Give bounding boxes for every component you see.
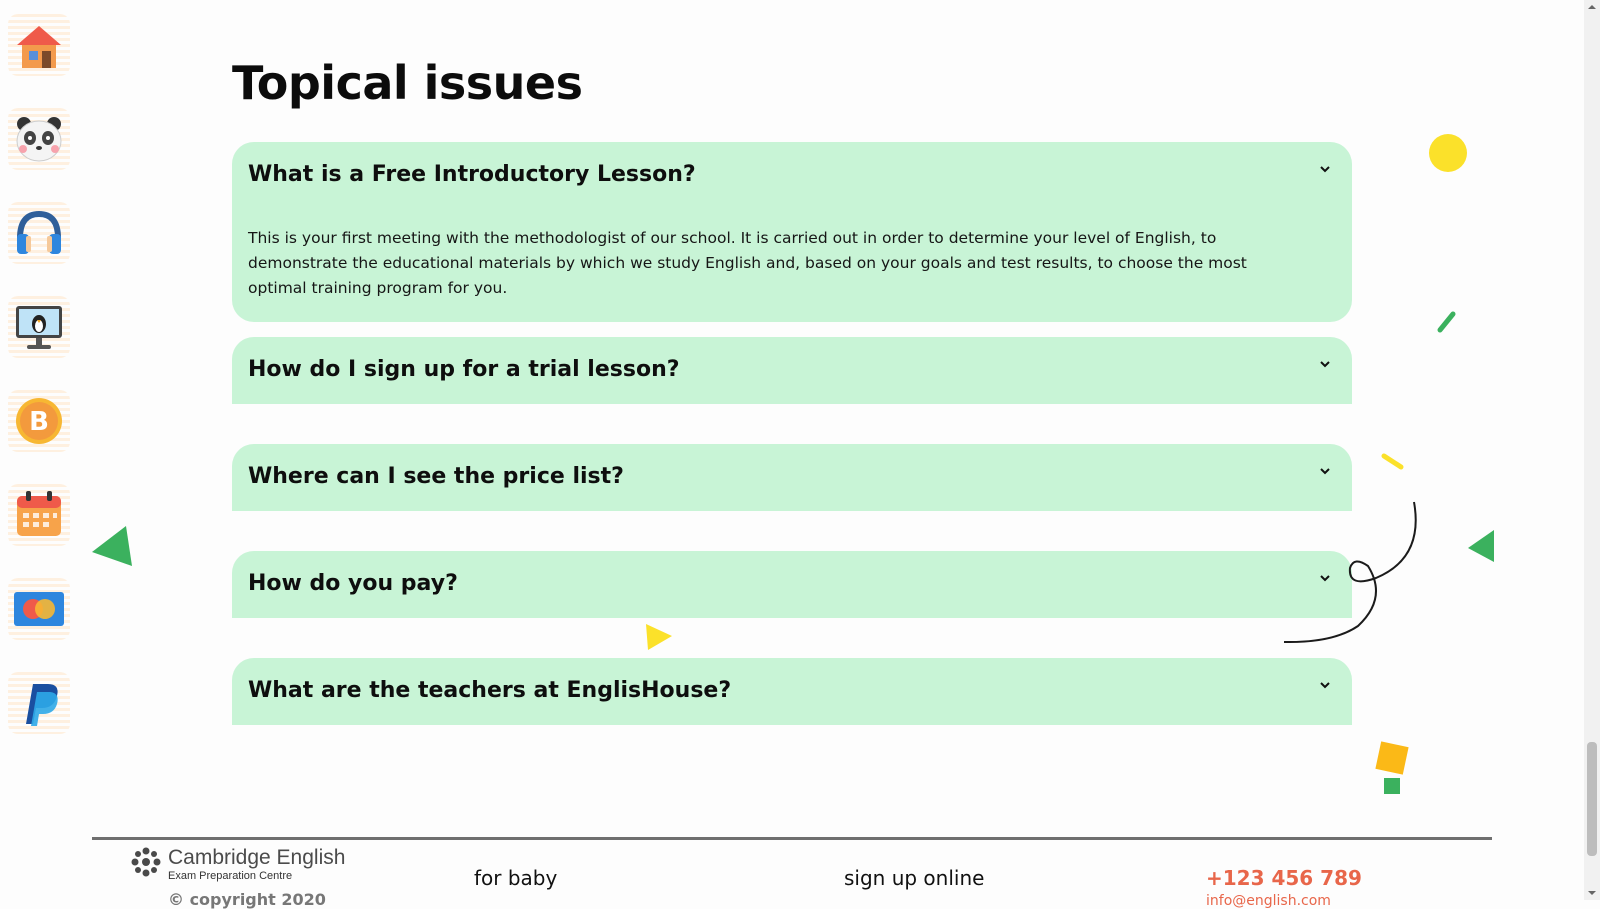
calendar-icon xyxy=(17,491,61,536)
scrollbar-thumb[interactable] xyxy=(1587,742,1597,856)
square-shapes-decoration xyxy=(1375,741,1409,794)
faq-question[interactable]: How do I sign up for a trial lesson? xyxy=(248,357,680,382)
sidebar-item-online-lessons[interactable] xyxy=(8,296,70,358)
sidebar-item-bitcoin[interactable]: B xyxy=(8,390,70,452)
chevron-down-icon[interactable] xyxy=(1318,678,1332,692)
faq-item[interactable]: How do you pay? xyxy=(232,551,1352,618)
green-triangle-decoration xyxy=(92,526,132,566)
sidebar-item-calendar[interactable] xyxy=(8,484,70,546)
home-icon xyxy=(17,26,61,68)
sidebar-item-mastercard[interactable] xyxy=(8,578,70,640)
faq-question[interactable]: Where can I see the price list? xyxy=(248,464,624,489)
page-title: Topical issues xyxy=(232,56,583,110)
faq-item[interactable]: Where can I see the price list? xyxy=(232,444,1352,511)
logo-brand-text: Cambridge English xyxy=(168,846,346,869)
chevron-down-icon[interactable] xyxy=(1318,357,1332,371)
sidebar-item-panda[interactable] xyxy=(8,108,70,170)
footer-link-sign-up-online[interactable]: sign up online xyxy=(844,866,984,890)
faq-item[interactable]: What is a Free Introductory Lesson? This… xyxy=(232,142,1352,322)
footer-link-for-baby[interactable]: for baby xyxy=(474,866,557,890)
green-triangle-decoration xyxy=(1468,530,1494,562)
icon-sidebar: B xyxy=(0,0,80,900)
yellow-dash-decoration xyxy=(1381,453,1404,470)
sidebar-item-home[interactable] xyxy=(8,14,70,76)
svg-text:B: B xyxy=(29,407,49,437)
faq-answer: This is your first meeting with the meth… xyxy=(248,229,1247,297)
sidebar-item-audio[interactable] xyxy=(8,202,70,264)
chevron-down-icon[interactable] xyxy=(1318,464,1332,478)
yellow-circle-decoration xyxy=(1429,134,1467,172)
headphones-icon xyxy=(17,210,61,254)
footer-phone[interactable]: +123 456 789 xyxy=(1206,866,1362,890)
green-dash-decoration xyxy=(1437,311,1456,333)
scroll-up-arrow-icon[interactable] xyxy=(1587,2,1597,12)
swirl-line-decoration xyxy=(1283,501,1417,644)
scroll-down-arrow-icon[interactable] xyxy=(1587,888,1597,898)
yellow-triangle-decoration xyxy=(646,624,672,650)
vertical-scrollbar[interactable] xyxy=(1584,0,1600,900)
faq-question[interactable]: How do you pay? xyxy=(248,571,458,596)
chevron-down-icon[interactable] xyxy=(1318,162,1332,176)
sidebar-item-paypal[interactable] xyxy=(8,672,70,734)
paypal-icon xyxy=(26,684,58,726)
computer-penguin-icon xyxy=(16,306,62,349)
logo-subtitle-text: Exam Preparation Centre xyxy=(168,870,293,882)
panda-icon xyxy=(16,117,62,162)
footer-email[interactable]: info@english.com xyxy=(1206,893,1331,909)
faq-question[interactable]: What are the teachers at EnglisHouse? xyxy=(248,678,731,703)
mastercard-icon xyxy=(14,592,64,626)
cambridge-logo[interactable]: Cambridge English Exam Preparation Centr… xyxy=(130,846,345,886)
cambridge-flower-icon xyxy=(131,847,161,877)
faq-question[interactable]: What is a Free Introductory Lesson? xyxy=(248,162,696,187)
bitcoin-icon: B xyxy=(16,398,62,444)
footer-divider xyxy=(92,837,1492,840)
faq-item[interactable]: What are the teachers at EnglisHouse? xyxy=(232,658,1352,725)
faq-item[interactable]: How do I sign up for a trial lesson? xyxy=(232,337,1352,404)
